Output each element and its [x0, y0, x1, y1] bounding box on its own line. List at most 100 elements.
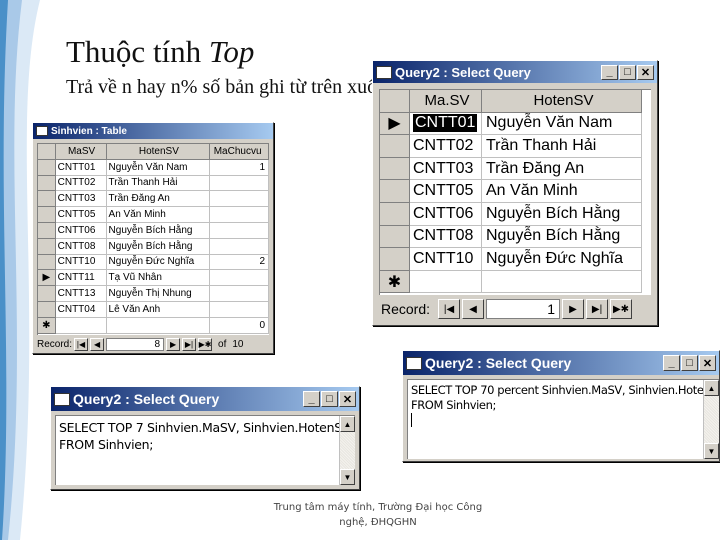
sql-top7-titlebar[interactable]: Query2 : Select Query _ □ ✕	[51, 387, 359, 411]
record-selector[interactable]	[380, 202, 410, 226]
cell-machucvu[interactable]: 2	[210, 254, 269, 271]
cell-machucvu[interactable]	[210, 207, 269, 223]
column-header-masv[interactable]: MaSV	[55, 144, 107, 160]
close-button[interactable]: ✕	[339, 391, 356, 407]
cell-hotensv[interactable]	[106, 317, 211, 334]
last-record-button[interactable]: ▶|	[586, 299, 609, 319]
table-row[interactable]: CNTT10 Nguyễn Đức Nghĩa	[380, 248, 651, 271]
maximize-button[interactable]: □	[681, 355, 698, 371]
cell-hotensv[interactable]: An Văn Minh	[482, 180, 642, 203]
record-selector[interactable]	[380, 157, 410, 181]
sql-editor[interactable]: SELECT TOP 7 Sinhvien.MaSV, Sinhvien.Hot…	[55, 415, 355, 485]
cell-hotensv[interactable]: Lê Văn Anh	[106, 301, 211, 318]
table-row[interactable]: CNTT08 Nguyễn Bích Hằng	[38, 238, 269, 255]
cell-hotensv[interactable]: Tạ Vũ Nhân	[106, 270, 211, 287]
record-selector[interactable]	[38, 222, 56, 239]
table-row[interactable]: CNTT02 Trần Thanh Hải	[38, 175, 269, 192]
new-record-button[interactable]: ▶✱	[198, 337, 213, 351]
cell-masv[interactable]: CNTT08	[410, 225, 482, 249]
table-row[interactable]: ▶ CNTT11 Tạ Vũ Nhân	[38, 270, 269, 287]
table-row[interactable]: CNTT03 Trần Đăng An	[38, 191, 269, 208]
cell-hotensv[interactable]: Trần Thanh Hải	[482, 135, 642, 158]
record-selector[interactable]: ▶	[380, 112, 410, 136]
record-selector[interactable]	[380, 248, 410, 271]
prev-record-button[interactable]: ◀	[462, 299, 485, 319]
cell-masv[interactable]: CNTT01	[55, 159, 107, 176]
cell-hotensv[interactable]: Nguyễn Đức Nghĩa	[106, 254, 211, 271]
cell-hotensv[interactable]: Nguyễn Văn Nam	[106, 159, 211, 176]
prev-record-button[interactable]: ◀	[90, 337, 105, 351]
record-selector[interactable]	[38, 238, 56, 255]
next-record-button[interactable]: ▶	[562, 299, 585, 319]
cell-machucvu[interactable]	[210, 238, 269, 255]
cell-hotensv[interactable]: Nguyễn Đức Nghĩa	[482, 248, 642, 271]
table-row[interactable]: CNTT02 Trần Thanh Hải	[380, 135, 651, 158]
minimize-button[interactable]: _	[601, 64, 618, 80]
cell-hotensv[interactable]: Nguyễn Bích Hằng	[106, 222, 211, 239]
vertical-scrollbar[interactable]: ▲ ▼	[339, 416, 355, 485]
column-header-machucvu[interactable]: MaChucvu	[210, 144, 269, 160]
cell-hotensv[interactable]: Nguyễn Văn Nam	[482, 112, 642, 136]
scroll-down-button[interactable]: ▼	[340, 469, 355, 485]
sql-top70-titlebar[interactable]: Query2 : Select Query _ □ ✕	[403, 351, 719, 375]
record-selector[interactable]: ✱	[380, 270, 410, 294]
record-selector[interactable]	[38, 159, 56, 176]
maximize-button[interactable]: □	[619, 64, 636, 80]
cell-machucvu[interactable]: 0	[210, 317, 269, 334]
table-row[interactable]: CNTT03 Trần Đăng An	[380, 157, 651, 181]
select-all-box[interactable]	[380, 90, 410, 113]
minimize-button[interactable]: _	[663, 355, 680, 371]
vertical-scrollbar[interactable]: ▲ ▼	[703, 380, 719, 459]
close-button[interactable]: ✕	[637, 64, 654, 80]
cell-masv[interactable]: CNTT05	[55, 207, 107, 223]
sinhvien-table-titlebar[interactable]: Sinhvien : Table	[33, 123, 273, 139]
table-row[interactable]: ✱	[380, 270, 651, 294]
record-selector[interactable]	[38, 175, 56, 192]
new-record-button[interactable]: ▶✱	[610, 299, 633, 319]
cell-masv[interactable]: CNTT13	[55, 286, 107, 302]
cell-machucvu[interactable]: 1	[210, 159, 269, 176]
cell-machucvu[interactable]	[210, 222, 269, 239]
cell-hotensv[interactable]: Trần Thanh Hải	[106, 175, 211, 192]
cell-machucvu[interactable]	[210, 286, 269, 302]
record-selector[interactable]	[38, 207, 56, 223]
record-selector[interactable]: ▶	[38, 270, 56, 287]
cell-masv[interactable]	[55, 317, 107, 334]
table-row[interactable]: CNTT05 An Văn Minh	[380, 180, 651, 203]
maximize-button[interactable]: □	[321, 391, 338, 407]
record-number-input[interactable]: 8	[106, 337, 165, 351]
cell-hotensv[interactable]	[482, 270, 642, 294]
cell-hotensv[interactable]: An Văn Minh	[106, 207, 211, 223]
cell-masv[interactable]: CNTT02	[55, 175, 107, 192]
table-row[interactable]: CNTT05 An Văn Minh	[38, 207, 269, 223]
cell-machucvu[interactable]	[210, 175, 269, 192]
next-record-button[interactable]: ▶	[166, 337, 181, 351]
cell-hotensv[interactable]: Nguyễn Bích Hằng	[106, 238, 211, 255]
first-record-button[interactable]: |◀	[74, 337, 89, 351]
cell-masv[interactable]	[410, 270, 482, 294]
record-number-input[interactable]: 1	[486, 299, 561, 319]
cell-hotensv[interactable]: Trần Đăng An	[482, 157, 642, 181]
cell-machucvu[interactable]	[210, 301, 269, 318]
column-header-hotensv[interactable]: HotenSV	[482, 90, 642, 113]
last-record-button[interactable]: ▶|	[182, 337, 197, 351]
sql-editor[interactable]: SELECT TOP 70 percent Sinhvien.MaSV, Sin…	[407, 379, 719, 459]
scroll-up-button[interactable]: ▲	[704, 380, 719, 396]
table-row[interactable]: CNTT01 Nguyễn Văn Nam 1	[38, 159, 269, 176]
query-result-titlebar[interactable]: Query2 : Select Query _ □ ✕	[373, 61, 657, 83]
cell-masv[interactable]: CNTT08	[55, 238, 107, 255]
record-selector[interactable]	[38, 286, 56, 302]
cell-masv[interactable]: CNTT01	[410, 112, 482, 136]
table-row[interactable]: ▶ CNTT01 Nguyễn Văn Nam	[380, 112, 651, 136]
table-row[interactable]: CNTT10 Nguyễn Đức Nghĩa 2	[38, 254, 269, 271]
table-row[interactable]: CNTT04 Lê Văn Anh	[38, 301, 269, 318]
scroll-up-button[interactable]: ▲	[340, 416, 355, 432]
record-selector[interactable]: ✱	[38, 317, 56, 334]
table-row[interactable]: ✱ 0	[38, 317, 269, 334]
table-row[interactable]: CNTT06 Nguyễn Bích Hằng	[380, 202, 651, 226]
first-record-button[interactable]: |◀	[438, 299, 461, 319]
cell-machucvu[interactable]	[210, 191, 269, 208]
cell-masv[interactable]: CNTT10	[55, 254, 107, 271]
cell-masv[interactable]: CNTT05	[410, 180, 482, 203]
minimize-button[interactable]: _	[303, 391, 320, 407]
